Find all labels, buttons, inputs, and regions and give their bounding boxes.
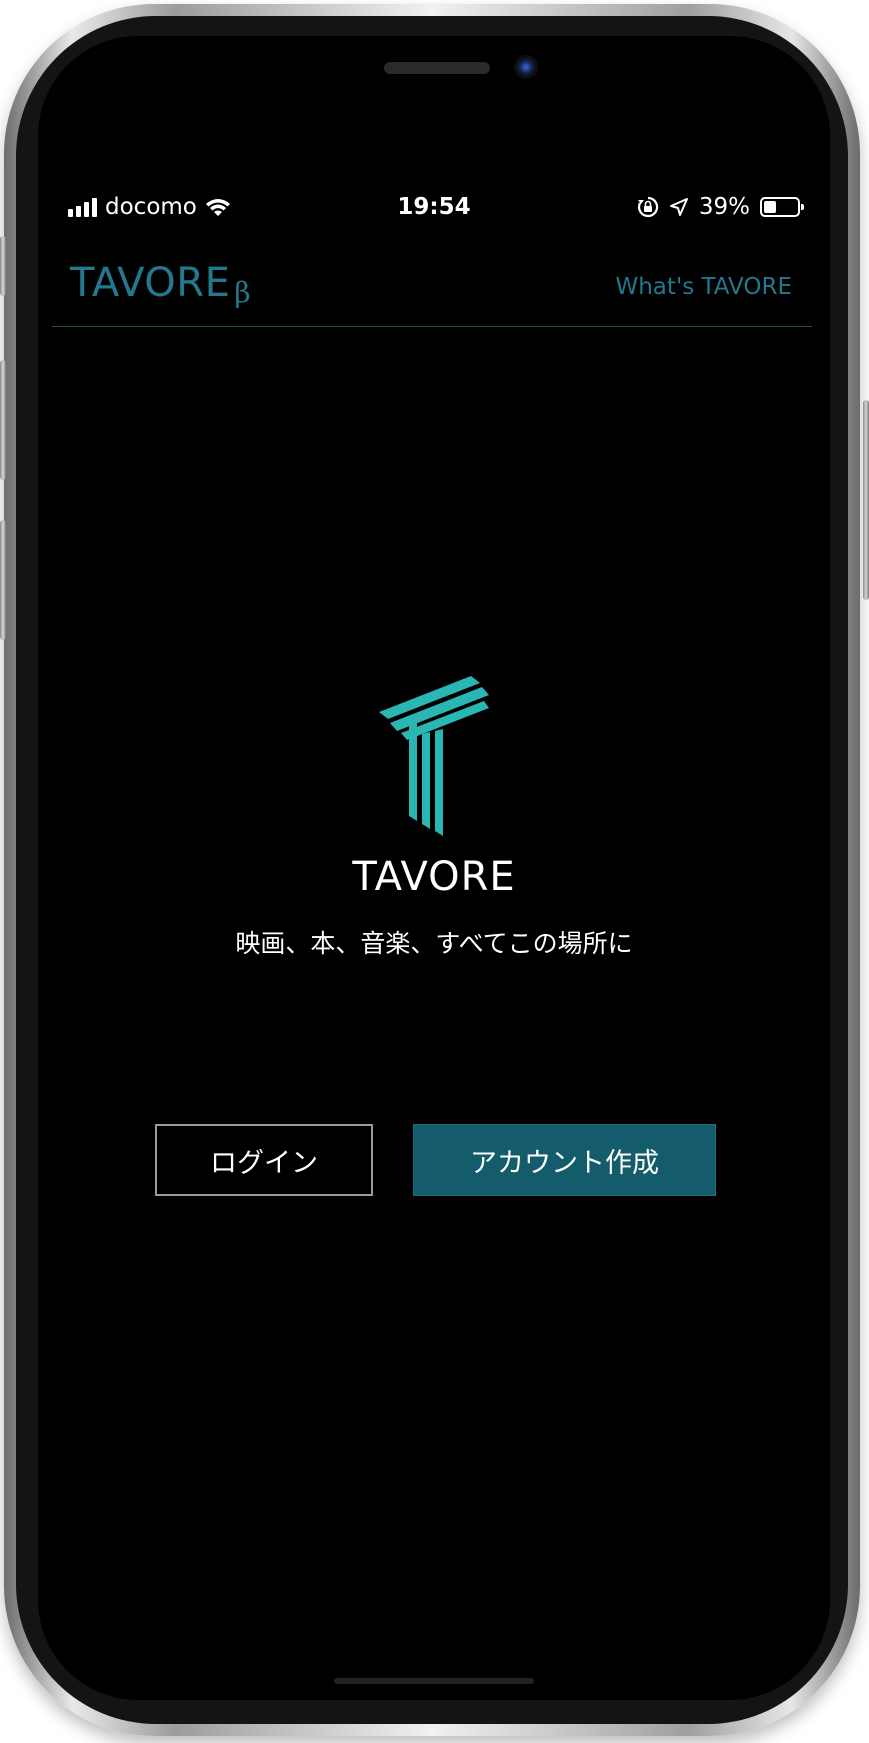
status-bar-right: 39% <box>637 194 804 220</box>
app-screen: docomo 19:54 39% TAVORE β What's TAVORE … <box>38 36 830 1700</box>
create-account-button[interactable]: アカウント作成 <box>413 1124 716 1196</box>
battery-icon <box>760 197 804 217</box>
location-arrow-icon <box>669 198 688 216</box>
whats-tavore-link[interactable]: What's TAVORE <box>615 274 792 300</box>
beta-mark: β <box>234 276 252 309</box>
brand-name: TAVORE <box>70 260 231 306</box>
earpiece-speaker <box>384 62 490 74</box>
volume-up-button <box>0 360 6 480</box>
battery-tip <box>801 204 804 210</box>
power-button <box>863 400 869 600</box>
volume-down-button <box>0 520 6 640</box>
battery-percent: 39% <box>698 194 750 220</box>
orientation-lock-icon <box>637 196 659 218</box>
tavore-logo-icon <box>379 676 489 836</box>
hero-tagline: 映画、本、音楽、すべてこの場所に <box>235 929 633 958</box>
battery-fill <box>764 201 776 213</box>
mute-switch <box>0 236 6 296</box>
front-camera <box>514 55 538 79</box>
hero-section: TAVORE 映画、本、音楽、すべてこの場所に <box>38 676 830 960</box>
notch <box>214 36 654 106</box>
brand-logo-link[interactable]: TAVORE β <box>70 260 252 309</box>
home-indicator <box>334 1678 534 1684</box>
login-button[interactable]: ログイン <box>155 1124 373 1196</box>
status-bar: docomo 19:54 39% <box>38 186 830 236</box>
hero-title: TAVORE <box>352 854 516 900</box>
top-nav: TAVORE β What's TAVORE <box>52 236 812 327</box>
